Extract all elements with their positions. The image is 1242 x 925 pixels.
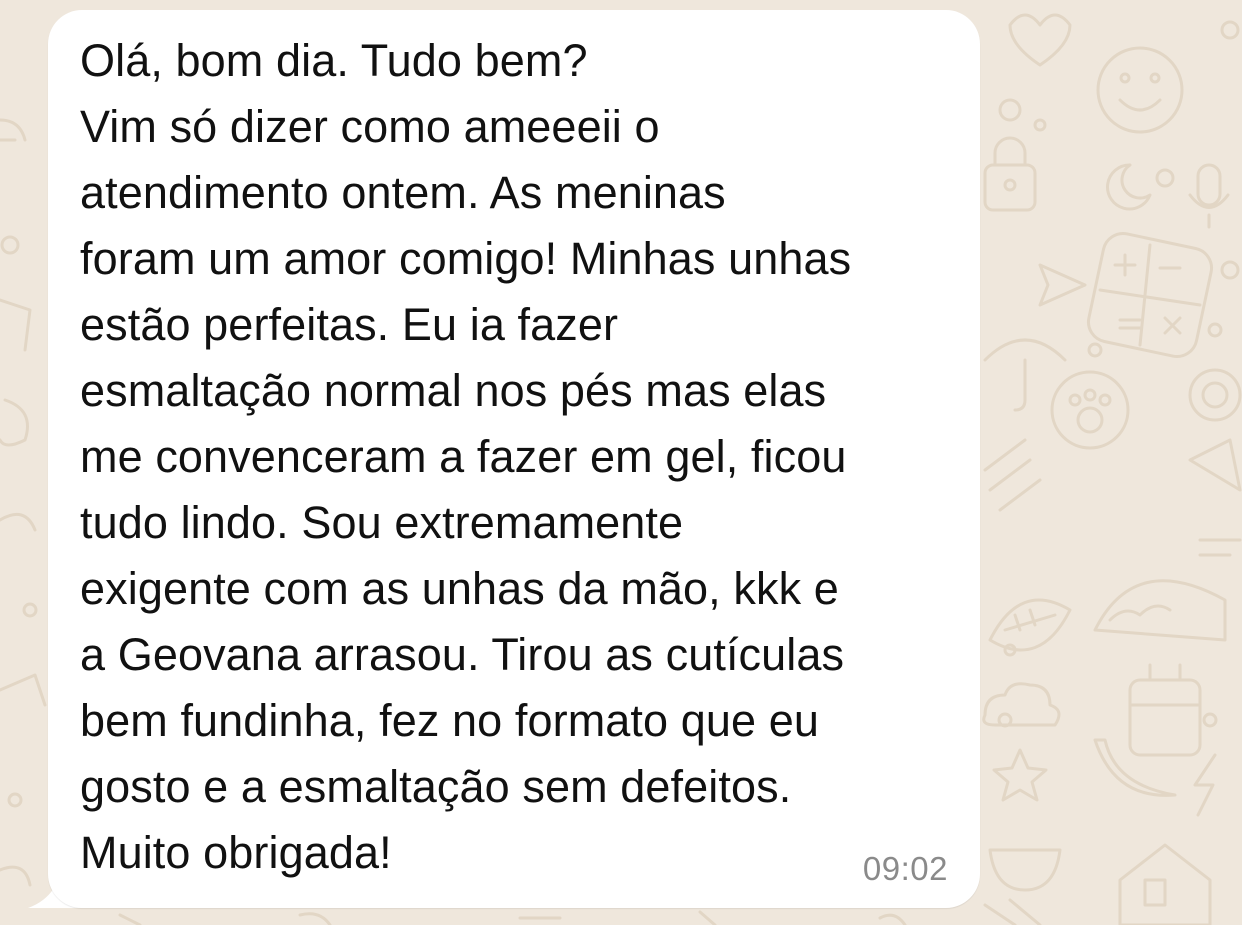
message-line: estão perfeitas. Eu ia fazer — [80, 299, 619, 350]
message-line: a Geovana arrasou. Tirou as cutículas — [80, 629, 845, 680]
incoming-message-bubble[interactable]: Olá, bom dia. Tudo bem? Vim só dizer com… — [48, 10, 980, 908]
message-line: esmaltação normal nos pés mas elas — [80, 365, 827, 416]
message-line: bem fundinha, fez no formato que eu — [80, 695, 819, 746]
message-line: me convenceram a fazer em gel, ficou — [80, 431, 847, 482]
message-line: Vim só dizer como ameeeii o — [80, 101, 660, 152]
message-line: gosto e a esmaltação sem defeitos. — [80, 761, 792, 812]
message-bubble-container: Olá, bom dia. Tudo bem? Vim só dizer com… — [28, 10, 980, 908]
message-line: tudo lindo. Sou extremamente — [80, 497, 684, 548]
message-line: Olá, bom dia. Tudo bem? — [80, 35, 588, 86]
message-line: atendimento ontem. As meninas — [80, 167, 726, 218]
message-line: foram um amor comigo! Minhas unhas — [80, 233, 852, 284]
message-text: Olá, bom dia. Tudo bem? Vim só dizer com… — [80, 28, 960, 886]
message-line: Muito obrigada! — [80, 827, 392, 878]
message-line: exigente com as unhas da mão, kkk e — [80, 563, 839, 614]
message-timestamp: 09:02 — [862, 850, 948, 887]
